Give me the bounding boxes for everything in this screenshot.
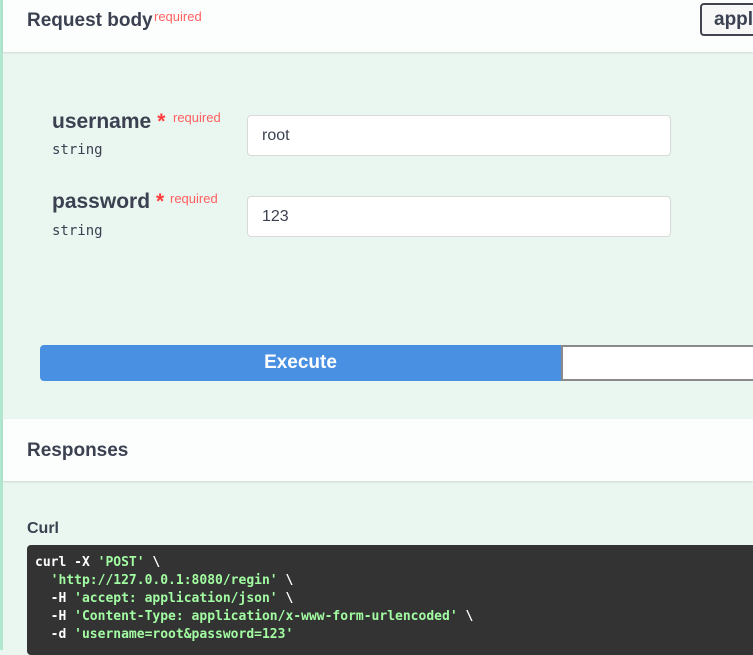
request-body-header: Request body required appli (3, 0, 753, 52)
param-username-name: username * (52, 110, 165, 134)
param-password-type: string (52, 223, 103, 239)
curl-continuation: \ (144, 555, 161, 570)
password-input[interactable] (247, 196, 671, 237)
content-type-select[interactable]: appli (700, 3, 753, 36)
param-username-label: username (52, 110, 152, 133)
param-username-required: required (173, 110, 221, 125)
required-star-icon: * (157, 110, 166, 133)
curl-code-block[interactable]: curl -X 'POST' \ 'http://127.0.0.1:8080/… (27, 545, 753, 655)
request-body-title: Request body (27, 10, 153, 31)
curl-continuation: \ (457, 609, 474, 624)
curl-command: curl -X (35, 555, 98, 570)
section-accent-rule (0, 0, 3, 650)
curl-label: Curl (27, 520, 59, 537)
curl-flag: -d (50, 627, 75, 642)
curl-flag: -H (50, 591, 75, 606)
curl-data: 'username=root&password=123' (74, 627, 294, 642)
curl-method: 'POST' (97, 555, 145, 570)
curl-url: 'http://127.0.0.1:8080/regin' (50, 573, 278, 588)
curl-flag: -H (50, 609, 75, 624)
responses-header: Responses (3, 419, 753, 481)
responses-title: Responses (27, 440, 129, 461)
clear-button[interactable] (561, 345, 753, 381)
curl-header-content-type: 'Content-Type: application/x-www-form-ur… (74, 609, 458, 624)
curl-header-accept: 'accept: application/json' (74, 591, 278, 606)
request-body-required-flag: required (154, 9, 202, 24)
required-star-icon: * (156, 190, 165, 213)
username-input[interactable] (247, 115, 671, 156)
param-password-label: password (52, 190, 151, 213)
param-password-name: password * (52, 190, 164, 214)
param-password-required: required (170, 191, 218, 206)
execute-button[interactable]: Execute (40, 345, 561, 381)
curl-continuation: \ (277, 591, 294, 606)
curl-continuation: \ (277, 573, 294, 588)
param-username-type: string (52, 142, 103, 158)
